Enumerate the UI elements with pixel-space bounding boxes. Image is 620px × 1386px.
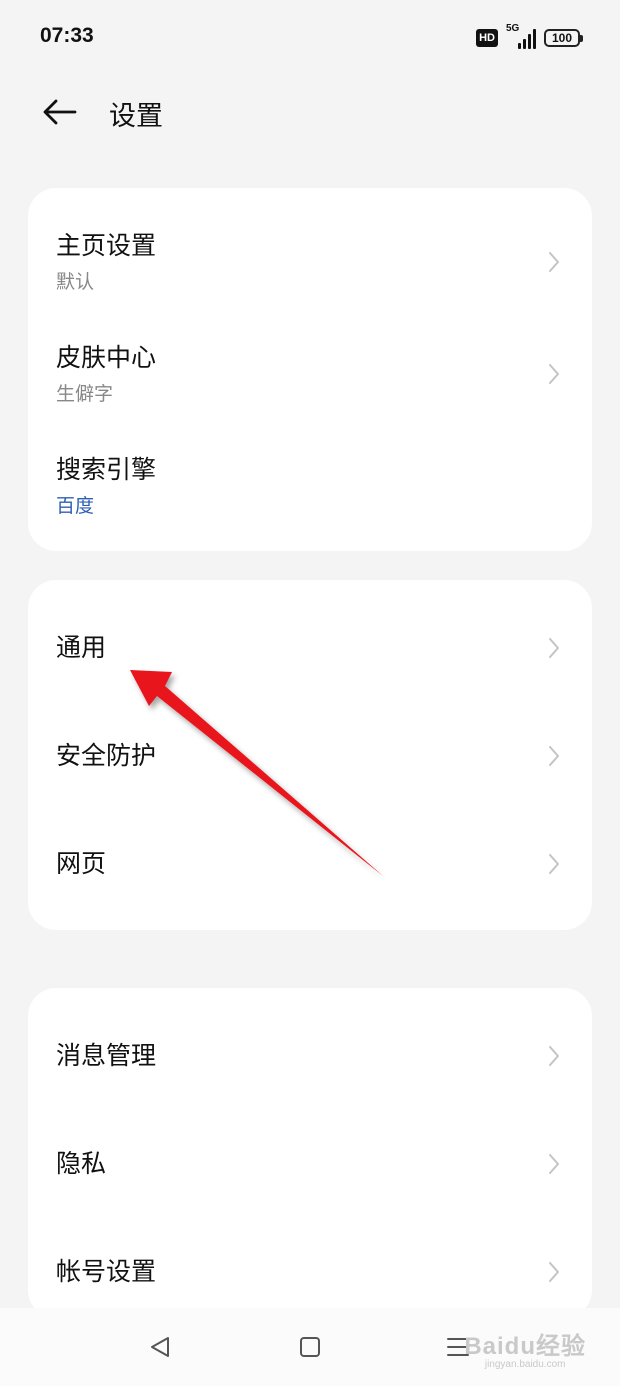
page-title: 设置 <box>109 101 163 132</box>
settings-card-general: 主页设置 默认 皮肤中心 生僻字 搜索引擎 百度 <box>28 188 592 551</box>
settings-item-security[interactable]: 安全防护 <box>56 702 564 810</box>
triangle-back-icon <box>151 1337 169 1357</box>
row-text: 皮肤中心 生僻字 <box>56 341 156 407</box>
nav-home-button[interactable] <box>290 1330 330 1364</box>
settings-item-privacy[interactable]: 隐私 <box>56 1110 564 1218</box>
signal-bar <box>518 43 521 49</box>
battery-icon: 100 <box>544 29 583 47</box>
settings-item-messages[interactable]: 消息管理 <box>56 1002 564 1110</box>
settings-card-account: 消息管理 隐私 帐号设置 <box>28 988 592 1318</box>
status-time: 07:33 <box>40 24 94 47</box>
settings-item-homepage[interactable]: 主页设置 默认 <box>56 206 564 318</box>
settings-item-skin-center[interactable]: 皮肤中心 生僻字 <box>56 318 564 430</box>
item-title: 帐号设置 <box>56 1257 157 1286</box>
settings-item-search-engine[interactable]: 搜索引擎 百度 <box>56 430 564 542</box>
signal-bar <box>533 29 536 49</box>
network-type: 5G <box>506 23 520 34</box>
settings-item-webpage[interactable]: 网页 <box>56 810 564 918</box>
chevron-right-icon <box>544 1152 564 1176</box>
item-title: 网页 <box>56 849 107 878</box>
item-title: 通用 <box>56 633 107 662</box>
item-title: 消息管理 <box>56 1041 157 1070</box>
item-title: 安全防护 <box>56 741 157 770</box>
item-title: 搜索引擎 <box>56 455 157 484</box>
watermark-logo: Baidu经验 <box>464 1333 586 1360</box>
chevron-right-icon <box>544 362 564 386</box>
item-subtitle: 生僻字 <box>56 383 114 405</box>
baidu-watermark: Baidu经验 jingyan.baidu.com <box>464 1326 586 1370</box>
settings-screen: 07:33 HD 5G 100 设置 主页设置 默认 皮肤中心 生僻字 搜索引擎… <box>0 0 620 1386</box>
item-title: 皮肤中心 <box>56 343 157 372</box>
status-bar: 07:33 HD 5G 100 <box>0 0 620 76</box>
hd-badge: HD <box>476 29 498 47</box>
row-text: 搜索引擎 百度 <box>56 453 156 519</box>
navigation-bar: Baidu经验 jingyan.baidu.com <box>0 1308 620 1386</box>
item-title: 主页设置 <box>56 231 157 260</box>
chevron-right-icon <box>544 1260 564 1284</box>
signal-bar <box>523 39 526 49</box>
item-subtitle: 默认 <box>56 271 95 293</box>
item-title: 隐私 <box>56 1149 107 1178</box>
chevron-right-icon <box>544 250 564 274</box>
chevron-right-icon <box>544 636 564 660</box>
item-subtitle: 百度 <box>56 495 95 517</box>
settings-card-browser: 通用 安全防护 网页 <box>28 580 592 930</box>
back-button[interactable] <box>38 90 82 134</box>
watermark-url: jingyan.baidu.com <box>484 1359 566 1370</box>
chevron-right-icon <box>544 1044 564 1068</box>
chevron-right-icon <box>544 852 564 876</box>
header: 设置 <box>0 76 620 148</box>
square-home-icon <box>300 1337 320 1357</box>
row-text: 主页设置 默认 <box>56 229 156 295</box>
arrow-left-icon <box>43 99 77 125</box>
status-icons: HD 5G 100 <box>476 23 583 50</box>
signal-bar <box>528 34 531 49</box>
settings-item-general[interactable]: 通用 <box>56 594 564 702</box>
nav-back-button[interactable] <box>140 1330 180 1364</box>
signal-icon: 5G <box>506 23 536 49</box>
chevron-right-icon <box>544 744 564 768</box>
